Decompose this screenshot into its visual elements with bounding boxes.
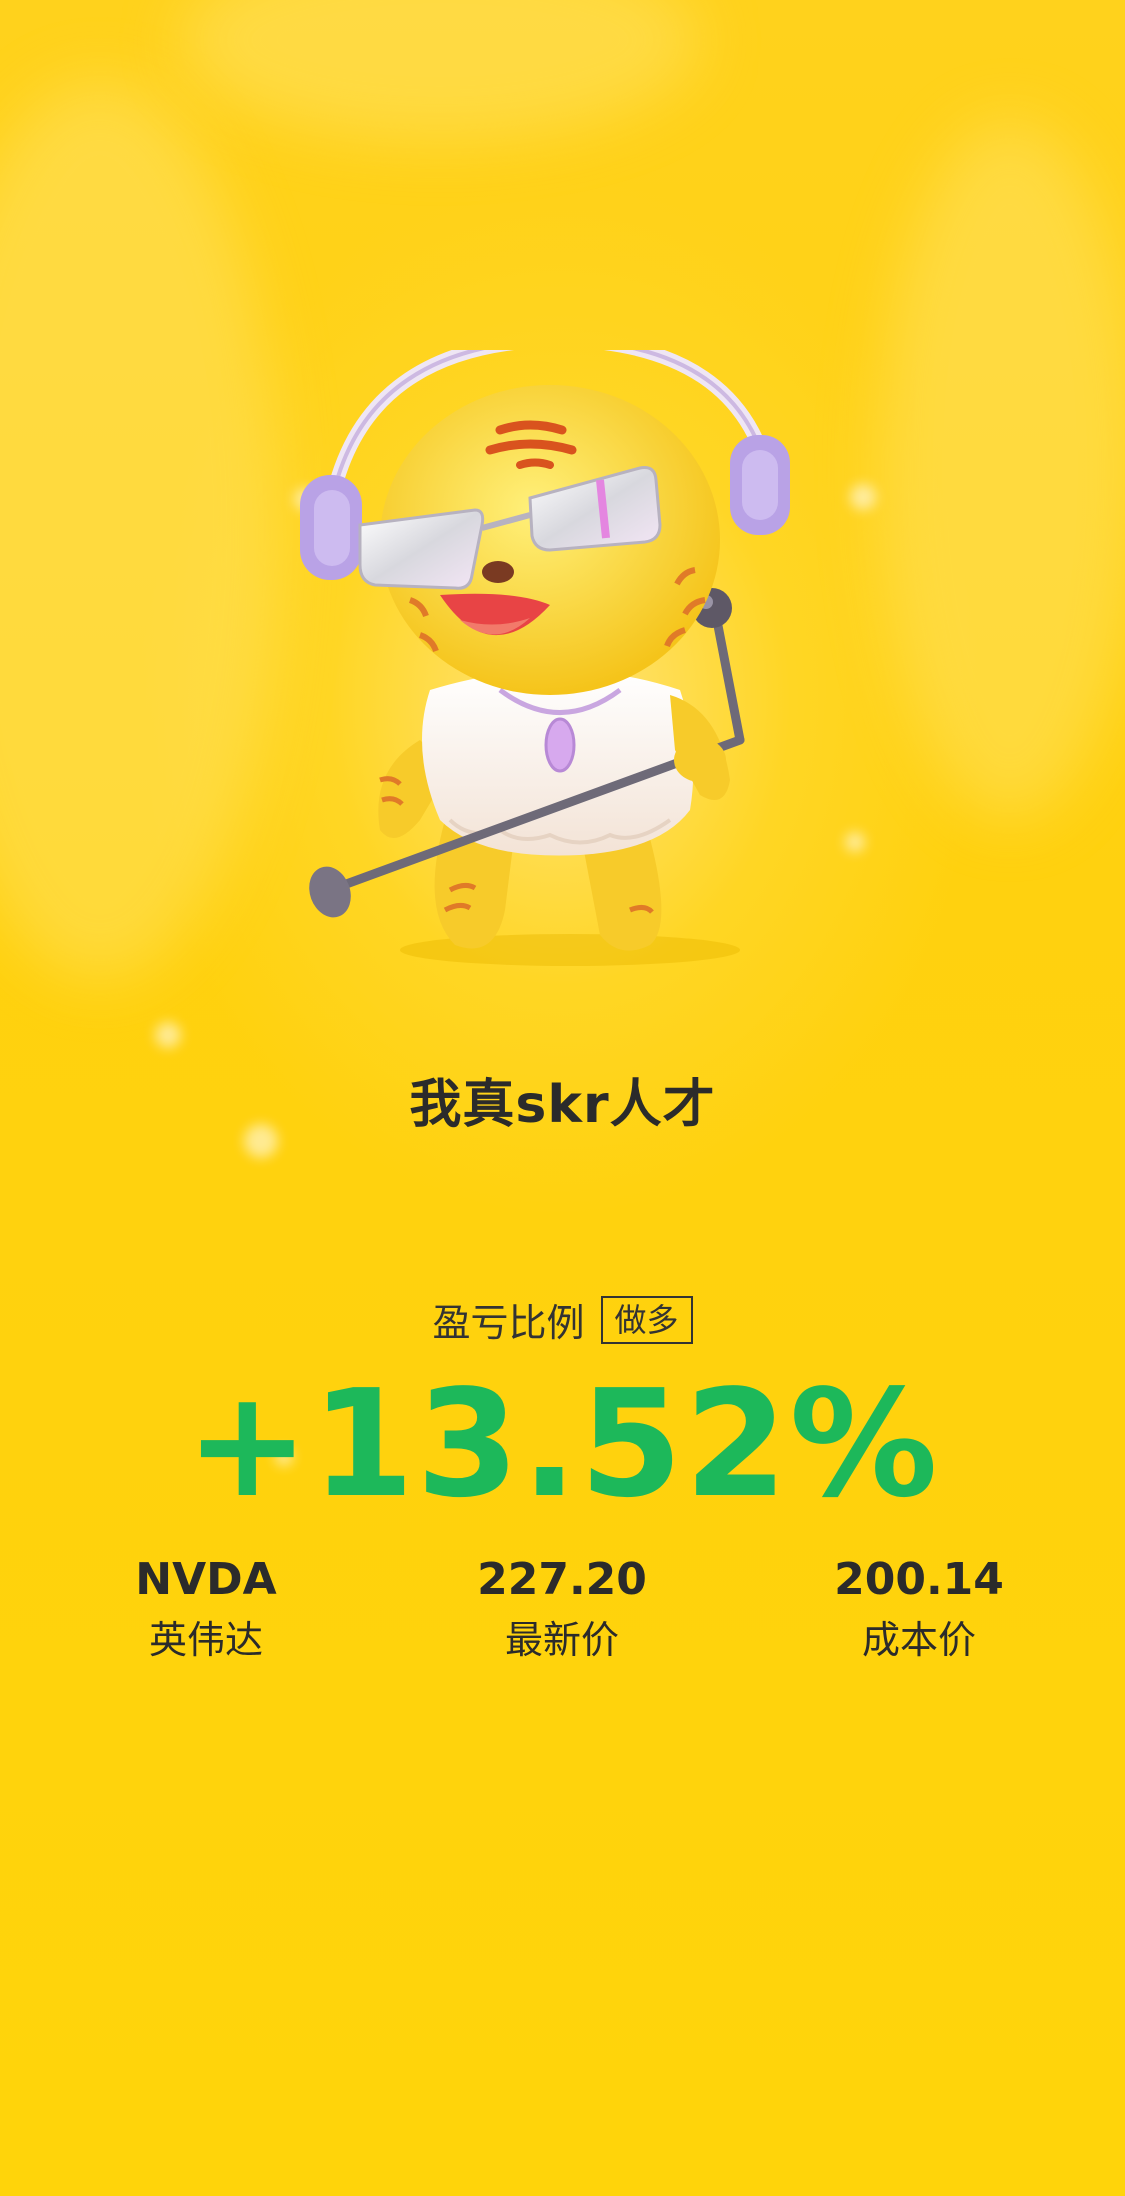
profit-loss-percentage: +13.52% — [185, 1358, 940, 1530]
profit-loss-header: 盈亏比例 做多 — [0, 1292, 1125, 1347]
stock-name: 英伟达 — [148, 1618, 263, 1662]
background-smoke — [880, 120, 1125, 820]
position-direction-badge: 做多 — [600, 1295, 693, 1344]
stock-ticker: NVDA — [135, 1554, 277, 1605]
background-smoke — [0, 80, 280, 980]
sparkle — [845, 832, 865, 852]
background-smoke — [180, 0, 700, 140]
latest-price-label: 最新价 — [504, 1618, 619, 1662]
stat-cost-price: 200.14 成本价 — [769, 1552, 1069, 1668]
share-card: 我真skr人才 盈亏比例 做多 +13.52% NVDA 英伟达 227.20 … — [0, 0, 1125, 2196]
cost-price-label: 成本价 — [861, 1618, 976, 1662]
sparkle — [850, 484, 876, 510]
slogan-text: 我真skr人才 — [409, 1075, 716, 1135]
latest-price-value: 227.20 — [477, 1554, 647, 1605]
stock-stats: NVDA 英伟达 227.20 最新价 200.14 成本价 — [0, 1552, 1125, 1682]
profit-loss-label: 盈亏比例 — [432, 1301, 585, 1345]
stat-ticker: NVDA 英伟达 — [56, 1552, 356, 1668]
stat-latest-price: 227.20 最新价 — [412, 1552, 712, 1668]
cost-price-value: 200.14 — [834, 1554, 1004, 1605]
sparkle — [155, 1022, 181, 1048]
tiger-mascot-icon — [300, 350, 790, 966]
